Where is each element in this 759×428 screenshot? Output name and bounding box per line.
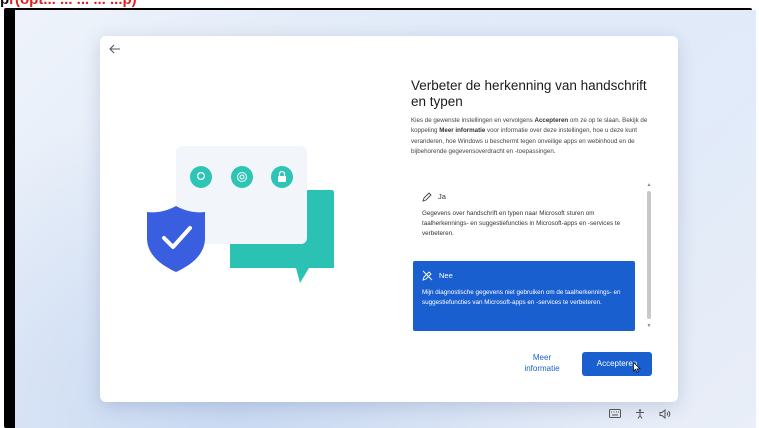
page-title: Verbeter de herkenning van handschrift e… [411, 78, 647, 110]
option-ja-text: Gegevens over handschrift en typen naar … [422, 210, 621, 237]
desc-accept-bold: Accepteren [534, 117, 569, 125]
mouse-cursor-icon [633, 362, 641, 373]
option-nee-label: Nee [439, 270, 453, 280]
accessibility-icon[interactable] [635, 409, 645, 421]
scroll-up-icon[interactable]: ▲ [646, 182, 652, 188]
keyboard-icon[interactable] [609, 409, 621, 420]
top-caption: pr(opt... ... ... ... ...p) [0, 0, 137, 8]
meer-informatie-link[interactable]: Meer informatie [516, 352, 568, 374]
option-nee[interactable]: Nee Mijn diagnostische gegevens niet geb… [413, 261, 635, 331]
caption-prefix: p [0, 0, 9, 8]
options-scrollbar[interactable]: ▲ ▼ [646, 182, 652, 329]
desc-meer-bold: Meer informatie [439, 127, 486, 135]
option-ja[interactable]: Ja Gegevens over handschrift en typen na… [413, 182, 635, 252]
back-arrow-icon[interactable] [108, 42, 124, 58]
option-nee-text: Mijn diagnostische gegevens niet gebruik… [422, 289, 621, 306]
options-list: Ja Gegevens over handschrift en typen na… [413, 182, 656, 331]
scroll-down-icon[interactable]: ▼ [646, 323, 652, 329]
volume-icon[interactable] [659, 408, 671, 421]
caption-red-text: r(opt... ... ... ... ...p) [9, 0, 137, 8]
page-description: Kies de gewenste instellingen en vervolg… [411, 116, 656, 157]
scroll-thumb[interactable] [647, 191, 651, 319]
pen-icon [422, 192, 432, 202]
accept-button[interactable]: Accepteren [582, 352, 652, 376]
desc-part-1: Kies de gewenste instellingen en vervolg… [411, 117, 535, 125]
pen-off-icon [422, 270, 433, 281]
option-ja-label: Ja [438, 192, 446, 201]
